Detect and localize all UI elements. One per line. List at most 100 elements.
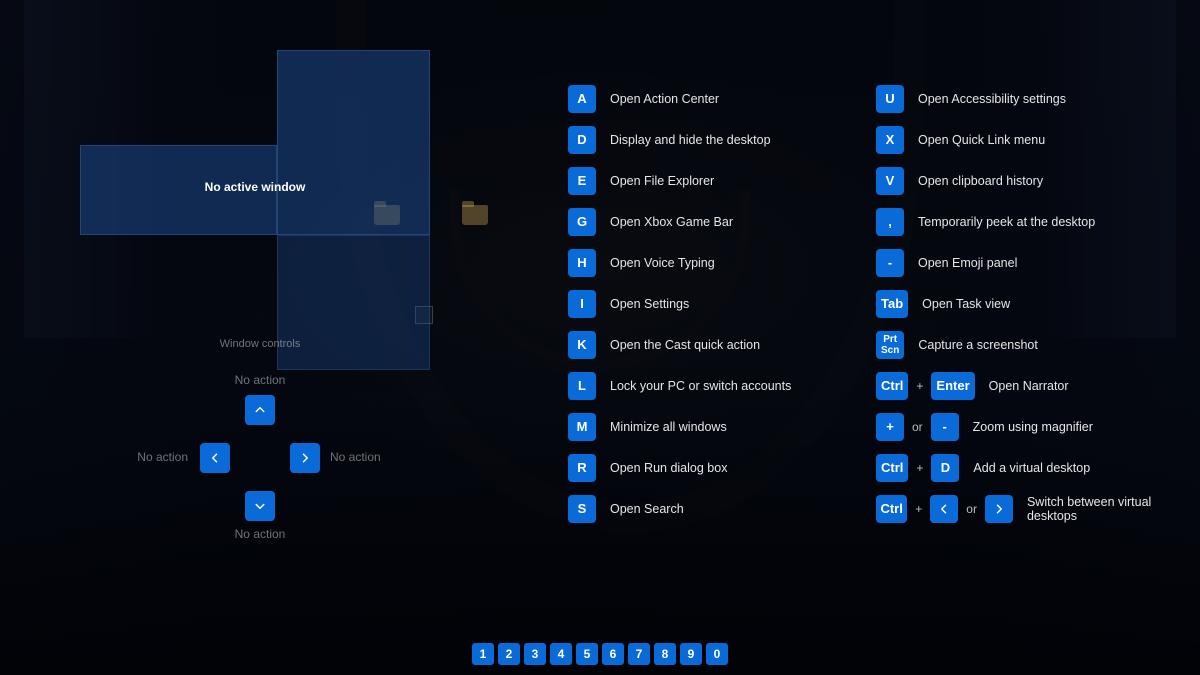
chevron-down-icon [254, 500, 266, 512]
shortcut-row: U Open Accessibility settings [876, 78, 1196, 119]
key-separator: or [912, 420, 923, 434]
arrow-down-key[interactable] [245, 491, 275, 521]
shortcut-description: Open Quick Link menu [918, 133, 1045, 147]
shortcut-description: Open clipboard history [918, 174, 1043, 188]
shortcut-row: , Temporarily peek at the desktop [876, 201, 1196, 242]
number-key[interactable]: 0 [706, 643, 728, 665]
chevron-right-icon [993, 503, 1005, 515]
keycap[interactable] [930, 495, 958, 523]
shortcut-row: D Display and hide the desktop [568, 119, 868, 160]
shortcut-description: Open Action Center [610, 92, 719, 106]
keycap[interactable]: Prt Scn [876, 331, 904, 359]
dpad-left-label: No action [137, 450, 188, 464]
keycap[interactable]: D [931, 454, 959, 482]
keycap[interactable]: L [568, 372, 596, 400]
number-key[interactable]: 8 [654, 643, 676, 665]
shortcut-row: -Open Emoji panel [876, 242, 1196, 283]
keycap[interactable]: , [876, 208, 904, 236]
number-keys-row: 1234567890 [0, 643, 1200, 665]
shortcut-description: Open Task view [922, 297, 1010, 311]
shortcut-row: E Open File Explorer [568, 160, 868, 201]
folder-icon [462, 205, 488, 225]
number-key[interactable]: 5 [576, 643, 598, 665]
number-key[interactable]: 3 [524, 643, 546, 665]
number-key[interactable]: 6 [602, 643, 624, 665]
keycap[interactable]: X [876, 126, 904, 154]
arrow-right-key[interactable] [290, 443, 320, 473]
keycap[interactable]: H [568, 249, 596, 277]
arrow-up-key[interactable] [245, 395, 275, 425]
shortcut-row: Ctrl+DAdd a virtual desktop [876, 447, 1196, 488]
shortcut-description: Open Search [610, 502, 684, 516]
key-separator: or [966, 502, 977, 516]
keycap[interactable]: G [568, 208, 596, 236]
keycap[interactable]: I [568, 290, 596, 318]
keycap[interactable]: A [568, 85, 596, 113]
keycap[interactable]: - [876, 249, 904, 277]
shortcut-row: Ctrl + Enter Open Narrator [876, 365, 1196, 406]
shortcut-description: Add a virtual desktop [973, 461, 1090, 475]
shortcut-description: Display and hide the desktop [610, 133, 771, 147]
number-key[interactable]: 9 [680, 643, 702, 665]
keycap[interactable]: U [876, 85, 904, 113]
snap-region-top [277, 50, 430, 235]
keycap[interactable]: R [568, 454, 596, 482]
window-controls-heading: Window controls [0, 338, 520, 350]
shortcut-row: V Open clipboard history [876, 160, 1196, 201]
number-key[interactable]: 7 [628, 643, 650, 665]
shortcut-row: L Lock your PC or switch accounts [568, 365, 868, 406]
keycap[interactable] [985, 495, 1013, 523]
number-key[interactable]: 1 [472, 643, 494, 665]
shortcut-row: Tab Open Task view [876, 283, 1196, 324]
keycap[interactable]: K [568, 331, 596, 359]
no-active-window-label: No active window [80, 180, 430, 194]
shortcut-description: Temporarily peek at the desktop [918, 215, 1095, 229]
shortcut-row: Ctrl+orSwitch between virtual desktops [876, 488, 1196, 529]
chevron-left-icon [209, 452, 221, 464]
shortcut-description: Open Voice Typing [610, 256, 715, 270]
chevron-up-icon [254, 404, 266, 416]
shortcut-row: X Open Quick Link menu [876, 119, 1196, 160]
dpad-down-label: No action [130, 527, 390, 541]
keycap[interactable]: M [568, 413, 596, 441]
dpad-right-label: No action [330, 450, 381, 464]
window-snap-preview: No active window [80, 50, 430, 320]
key-separator: + [916, 379, 923, 393]
shortcut-row: I Open Settings [568, 283, 868, 324]
shortcut-description: Open the Cast quick action [610, 338, 760, 352]
keycap[interactable]: S [568, 495, 596, 523]
keycap[interactable]: Ctrl [876, 495, 907, 523]
keycap[interactable]: - [931, 413, 959, 441]
shortcuts-column-right: U Open Accessibility settings X Open Quick … [876, 78, 1196, 529]
shortcut-row: A Open Action Center [568, 78, 868, 119]
chevron-right-icon [299, 452, 311, 464]
shortcut-description: Open Xbox Game Bar [610, 215, 733, 229]
shortcut-row: + or-Zoom using magnifier [876, 406, 1196, 447]
shortcut-description: Open Narrator [989, 379, 1069, 393]
shortcut-row: S Open Search [568, 488, 868, 529]
shortcut-description: Open File Explorer [610, 174, 714, 188]
keycap[interactable]: Ctrl [876, 454, 908, 482]
dpad-up-label: No action [130, 373, 390, 387]
number-key[interactable]: 4 [550, 643, 572, 665]
arrow-left-key[interactable] [200, 443, 230, 473]
keycap[interactable]: D [568, 126, 596, 154]
key-separator: + [915, 502, 922, 516]
shortcut-description: Zoom using magnifier [973, 420, 1093, 434]
shortcut-description: Lock your PC or switch accounts [610, 379, 791, 393]
shortcut-description: Minimize all windows [610, 420, 727, 434]
keycap[interactable]: + [876, 413, 904, 441]
shortcuts-column-left: A Open Action Center D Display and hide the… [568, 78, 868, 529]
shortcut-row: H Open Voice Typing [568, 242, 868, 283]
keycap[interactable]: Ctrl [876, 372, 908, 400]
keycap[interactable]: V [876, 167, 904, 195]
keycap[interactable]: Enter [931, 372, 974, 400]
number-key[interactable]: 2 [498, 643, 520, 665]
chevron-left-icon [938, 503, 950, 515]
shortcut-row: M Minimize all windows [568, 406, 868, 447]
shortcut-row: ROpen Run dialog box [568, 447, 868, 488]
keycap[interactable]: Tab [876, 290, 908, 318]
keycap[interactable]: E [568, 167, 596, 195]
shortcut-description: Open Accessibility settings [918, 92, 1066, 106]
shortcut-description: Open Settings [610, 297, 689, 311]
